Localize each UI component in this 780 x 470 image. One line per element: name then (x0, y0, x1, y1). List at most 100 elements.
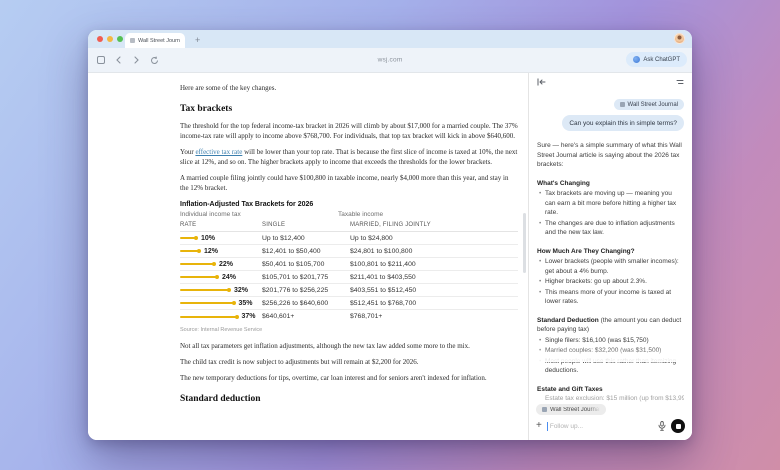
window-controls (97, 36, 123, 42)
page-context-chip[interactable]: Wall Street Journal (613, 99, 684, 110)
composer-chip-label: Wall Street Journal (550, 406, 601, 413)
bullet-item: Single filers: $16,100 (was $15,750) (537, 336, 684, 346)
back-icon[interactable] (114, 56, 123, 65)
section-heading-tax-brackets: Tax brackets (180, 104, 233, 114)
attach-plus-icon[interactable]: + (536, 421, 542, 431)
ask-chatgpt-label: Ask ChatGPT (643, 56, 680, 63)
married-range-cell: $24,801 to $100,800 (350, 247, 413, 255)
clipped-text: Estate tax exclusion: $15 million (up fr… (545, 395, 684, 402)
tab-wall-street-journal[interactable]: Wall Street Journal (125, 33, 185, 48)
bullet-item: This means more of your income is taxed … (537, 288, 684, 307)
tax-table-rows: 10% Up to $12,400 Up to $24,800 12% $12,401 … (180, 232, 518, 323)
single-range-cell: $105,701 to $201,775 (262, 273, 329, 281)
url-bar[interactable]: wsj.com (378, 57, 403, 64)
column-header-married: MARRIED, FILING JOINTLY (350, 222, 431, 228)
assistant-response: Sure — here's a simple summary of what t… (537, 141, 684, 402)
table-group-label: Taxable income (338, 211, 384, 218)
article-pane: Here are some of the key changes. Tax br… (88, 73, 528, 440)
page-icon (619, 102, 625, 107)
rate-cell: 35% (180, 300, 262, 307)
section-heading: How Much Are They Changing? (537, 247, 635, 255)
bullet-list: Single filers: $16,100 (was $15,750)Marr… (537, 336, 684, 376)
rate-dot (194, 236, 198, 240)
composer-context-chip[interactable]: Wall Street Journal (536, 404, 607, 415)
article-scrollbar[interactable] (523, 213, 526, 273)
response-section: What's Changing Tax brackets are moving u… (537, 179, 684, 238)
married-range-cell: $512,451 to $768,700 (350, 299, 417, 307)
married-range-cell: $211,401 to $403,550 (350, 273, 416, 281)
column-header-single: SINGLE (262, 222, 286, 228)
table-row: 10% Up to $12,400 Up to $24,800 (180, 232, 518, 245)
page-icon (542, 407, 547, 412)
user-message-bubble: Can you explain this in simple terms? (562, 115, 684, 131)
text-caret (546, 421, 548, 431)
rate-label: 22% (219, 260, 234, 268)
table-sublabels: Individual income tax Taxable income (180, 211, 518, 218)
rate-dot (215, 275, 219, 279)
bullet-item: Married couples: $32,200 (was $31,500) (537, 346, 684, 356)
input-placeholder: Follow up... (549, 422, 584, 430)
table-row: 24% $105,701 to $201,775 $211,401 to $403,… (180, 271, 518, 284)
tax-brackets-table: Inflation-Adjusted Tax Brackets for 2026… (180, 201, 518, 333)
married-range-cell: $403,551 to $512,450 (350, 286, 417, 294)
article-paragraph: Your effective tax rate will be lower th… (180, 147, 518, 167)
followup-input[interactable]: Follow up... (546, 421, 653, 431)
stop-icon (675, 423, 681, 429)
forward-icon[interactable] (132, 56, 141, 65)
single-range-cell: $640,601+ (262, 313, 295, 320)
table-row: 22% $50,401 to $105,700 $100,801 to $211,4… (180, 258, 518, 271)
effective-tax-rate-link[interactable]: effective tax rate (195, 148, 242, 156)
single-range-cell: $12,401 to $50,400 (262, 247, 321, 255)
table-row: 35% $256,226 to $640,600 $512,451 to $768,… (180, 297, 518, 310)
sidebar-toggle-icon[interactable] (96, 56, 105, 65)
rate-bar (180, 302, 233, 304)
bullet-item: Higher brackets: go up about 2.3%. (537, 277, 684, 287)
section-heading-suffix: (the amount you can deduct before paying… (537, 316, 682, 334)
ask-chatgpt-button[interactable]: Ask ChatGPT (626, 52, 687, 67)
new-tab-button[interactable]: + (195, 33, 200, 48)
bullet-item: Tax brackets are moving up — meaning you… (537, 189, 684, 218)
maximize-window-button[interactable] (117, 36, 123, 42)
rate-cell: 32% (180, 287, 262, 294)
table-left-label: Individual income tax (180, 211, 241, 218)
content-area: Here are some of the key changes. Tax br… (88, 73, 692, 440)
rate-label: 32% (234, 286, 249, 294)
article-paragraph: Not all tax parameters get inflation adj… (180, 342, 470, 350)
section-heading: What's Changing (537, 179, 590, 187)
table-header-row: RATE SINGLE MARRIED, FILING JOINTLY (180, 222, 518, 232)
article-paragraph: The threshold for the top federal income… (180, 122, 518, 140)
collapse-panel-icon[interactable] (537, 78, 546, 86)
tab-title: Wall Street Journal (138, 37, 180, 44)
response-intro: Sure — here's a simple summary of what t… (537, 142, 682, 168)
rate-dot (212, 262, 216, 266)
rate-cell: 37% (180, 313, 262, 320)
article-paragraph: The new temporary deductions for tips, o… (180, 374, 487, 382)
sidebar-menu-icon[interactable] (676, 79, 684, 85)
close-window-button[interactable] (97, 36, 103, 42)
column-header-rate: RATE (180, 222, 197, 228)
rate-dot (227, 288, 231, 292)
section-heading: Standard Deduction (the amount you can d… (537, 316, 682, 334)
single-range-cell: $201,776 to $256,225 (262, 286, 329, 294)
rate-bar (180, 237, 195, 239)
rate-cell: 24% (180, 274, 262, 281)
browser-toolbar: wsj.com Ask ChatGPT (88, 48, 692, 73)
section-heading: Estate and Gift Taxes (537, 385, 603, 393)
paragraph-text: Your (180, 148, 196, 156)
chat-sidebar: Wall Street Journal Can you explain this… (528, 73, 692, 440)
rate-bar (180, 250, 198, 252)
article-paragraph: The child tax credit is now subject to a… (180, 358, 419, 366)
rate-dot (231, 301, 236, 305)
microphone-icon[interactable] (658, 421, 666, 431)
rate-dot (197, 249, 201, 253)
stop-generating-button[interactable] (671, 419, 685, 433)
chat-messages: Wall Street Journal Can you explain this… (529, 91, 692, 402)
single-range-cell: Up to $12,400 (262, 234, 305, 242)
reload-icon[interactable] (150, 56, 159, 65)
rate-bar (180, 263, 213, 265)
rate-bar (180, 289, 228, 291)
minimize-window-button[interactable] (107, 36, 113, 42)
section-heading-standard-deduction: Standard deduction (180, 394, 261, 404)
response-section: Estate and Gift Taxes Estate tax exclusio… (537, 385, 684, 403)
profile-avatar[interactable] (674, 33, 685, 44)
